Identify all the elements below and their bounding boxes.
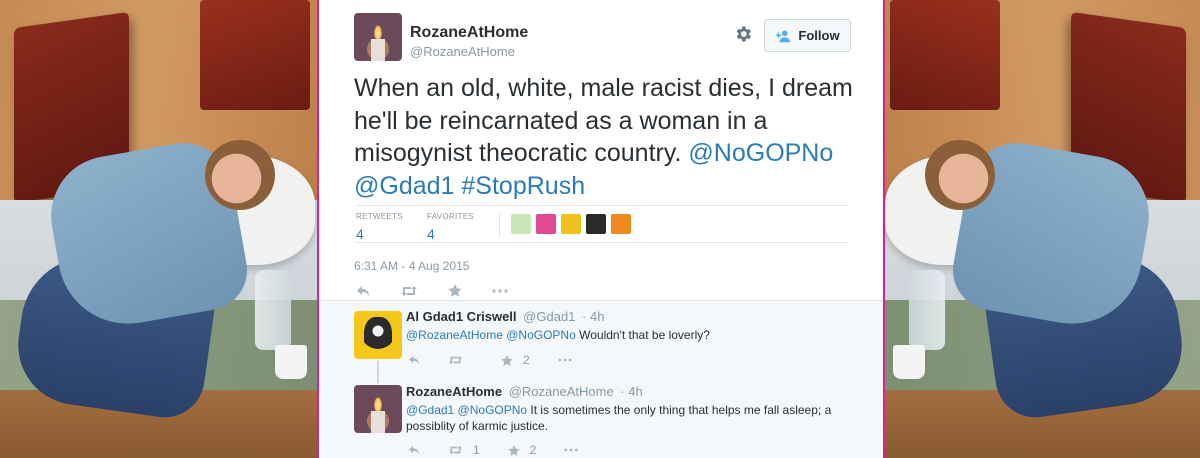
faver-avatar[interactable] (536, 214, 556, 234)
reply-author-name[interactable]: Al Gdad1 Criswell (406, 309, 517, 324)
favorite-icon (448, 284, 462, 297)
reply-author-handle[interactable]: @RozaneAtHome (509, 384, 614, 399)
follow-label: Follow (798, 28, 840, 43)
retweet-icon (448, 355, 463, 365)
reply-author-handle[interactable]: @Gdad1 (523, 309, 575, 324)
retweets-label: RETWEETS (356, 212, 403, 221)
reply-author-name[interactable]: RozaneAtHome (406, 384, 502, 399)
favorite-button[interactable]: 2 (507, 443, 537, 457)
faver-avatar[interactable] (511, 214, 531, 234)
retweet-button[interactable]: 1 (448, 443, 480, 457)
reply-button[interactable] (356, 285, 370, 297)
reply-item[interactable]: Al Gdad1 Criswell @Gdad1 · 4h @RozaneAtH… (319, 301, 883, 383)
tweet-timestamp[interactable]: 6:31 AM - 4 Aug 2015 (354, 259, 469, 273)
favorite-button[interactable] (448, 284, 462, 297)
more-button[interactable] (492, 288, 508, 293)
mention-nogopno[interactable]: @NoGOPNo (688, 139, 833, 167)
favoriters (511, 214, 631, 234)
reply-text: @Gdad1 @NoGOPNo It is sometimes the only… (406, 402, 846, 434)
reply-header: RozaneAtHome @RozaneAtHome · 4h (406, 384, 643, 399)
more-icon (492, 288, 508, 293)
retweet-button[interactable] (448, 355, 473, 365)
retweet-icon (401, 285, 417, 296)
author-name[interactable]: RozaneAtHome (410, 24, 528, 42)
retweets-stat[interactable]: RETWEETS 4 (356, 212, 403, 242)
reply-icon (357, 285, 369, 296)
reply-actions: 2 (408, 353, 572, 367)
reply-text: @RozaneAtHome @NoGOPNo Wouldn't that be … (406, 327, 846, 343)
more-icon (558, 358, 572, 362)
retweet-count: 1 (473, 443, 480, 457)
reply-button[interactable] (408, 445, 420, 455)
author-handle[interactable]: @RozaneAtHome (410, 44, 515, 59)
avatar[interactable] (354, 385, 402, 433)
stats-divider (499, 212, 500, 238)
favorites-label: FAVORITES (427, 212, 475, 221)
mention-gdad1[interactable]: @Gdad1 (354, 172, 454, 200)
favorites-stat[interactable]: FAVORITES 4 (427, 212, 474, 242)
reply-body: Wouldn't that be loverly? (579, 328, 710, 342)
favorite-button[interactable]: 2 (501, 353, 530, 367)
reply-time[interactable]: · 4h (582, 309, 604, 324)
favorite-icon (507, 444, 520, 456)
tweet-stats: RETWEETS 4 FAVORITES 4 (354, 205, 849, 243)
tweet-card: RozaneAtHome @RozaneAtHome Follow When a… (317, 0, 885, 458)
retweet-button[interactable] (400, 285, 418, 297)
reply-mentions[interactable]: @RozaneAtHome @NoGOPNo (406, 328, 576, 342)
reply-icon (409, 355, 419, 365)
reply-header: Al Gdad1 Criswell @Gdad1 · 4h (406, 309, 604, 324)
more-button[interactable] (558, 358, 572, 362)
right-photo (885, 0, 1200, 458)
favorite-count: 2 (529, 443, 537, 457)
favorite-count: 2 (523, 353, 530, 367)
faver-avatar[interactable] (561, 214, 581, 234)
hashtag-stoprush[interactable]: #StopRush (461, 172, 585, 200)
gear-icon[interactable] (733, 24, 753, 44)
reply-actions: 1 2 (408, 443, 579, 457)
faver-avatar[interactable] (586, 214, 606, 234)
more-button[interactable] (564, 448, 579, 452)
reply-button[interactable] (408, 355, 420, 365)
retweets-count: 4 (356, 226, 364, 242)
tweet-text: When an old, white, male racist dies, I … (354, 72, 864, 202)
replies: Al Gdad1 Criswell @Gdad1 · 4h @RozaneAtH… (319, 300, 883, 458)
reply-item[interactable]: RozaneAtHome @RozaneAtHome · 4h @Gdad1 @… (319, 381, 883, 458)
favorite-icon (501, 354, 513, 366)
left-photo (0, 0, 317, 458)
thread-line (377, 361, 379, 383)
follow-icon (776, 29, 791, 42)
reply-time[interactable]: · 4h (620, 384, 642, 399)
avatar[interactable] (354, 13, 402, 61)
favorites-count: 4 (427, 226, 435, 242)
more-icon (564, 448, 579, 452)
reply-icon (409, 445, 419, 455)
faver-avatar[interactable] (611, 214, 631, 234)
main-tweet: RozaneAtHome @RozaneAtHome Follow When a… (319, 0, 883, 300)
reply-mentions[interactable]: @Gdad1 @NoGOPNo (406, 403, 527, 417)
tweet-actions (356, 284, 508, 297)
avatar[interactable] (354, 311, 402, 359)
retweet-icon (448, 445, 463, 455)
follow-button[interactable]: Follow (764, 19, 851, 52)
